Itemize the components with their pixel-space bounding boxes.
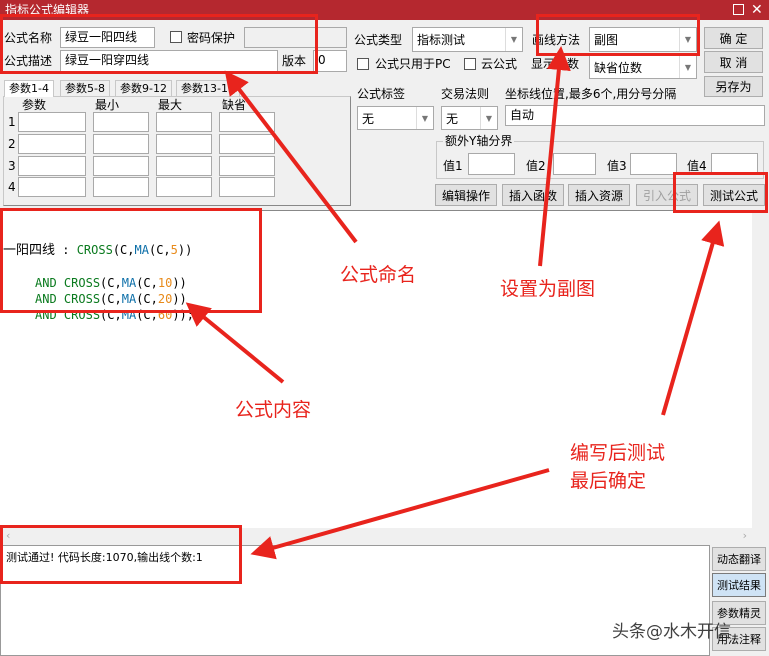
arrow-code [185,302,285,384]
arrow-draw [538,46,571,267]
annotation-name: 公式命名 [340,264,417,286]
arrow-output [250,468,550,560]
annotation-arrows [185,46,725,560]
arrow-test [661,220,725,416]
annotation-test: 编写后测试 [570,442,666,464]
tab-params-1-4[interactable]: 参数1-4 [4,80,54,97]
arrow-name [224,70,358,244]
annotation-subchart: 设置为副图 [500,278,596,300]
annotation-content: 公式内容 [235,399,312,421]
annotation-confirm: 最后确定 [570,470,647,492]
